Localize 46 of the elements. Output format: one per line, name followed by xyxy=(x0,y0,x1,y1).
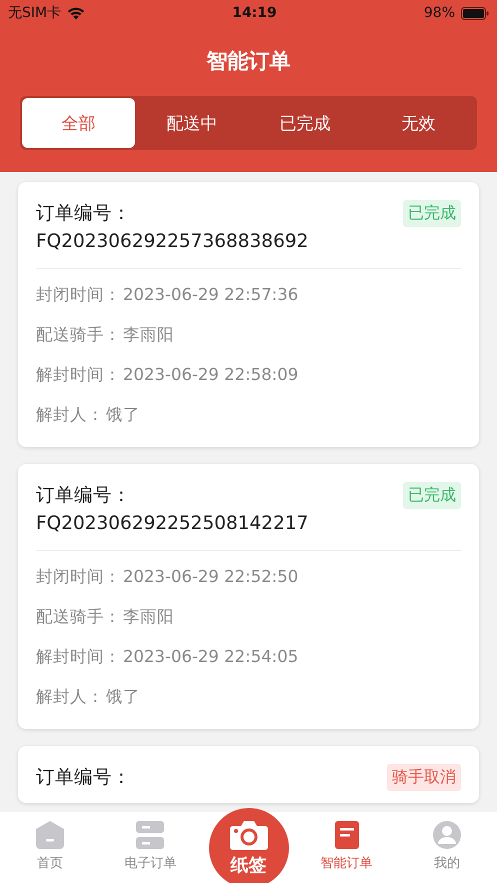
field-label: 解封时间： xyxy=(36,364,121,386)
tab-bar-item[interactable]: 首页 xyxy=(0,820,100,872)
list-icon xyxy=(135,820,166,850)
field-label: 解封人： xyxy=(36,404,104,426)
order-number-label: 订单编号： xyxy=(36,202,132,225)
field-label: 解封人： xyxy=(36,686,104,708)
page-title: 智能订单 xyxy=(205,48,292,75)
field-label: 封闭时间： xyxy=(36,284,121,306)
field-value: 李雨阳 xyxy=(123,606,174,628)
home-icon xyxy=(35,820,66,850)
tab-bar-item[interactable]: 我的 xyxy=(396,820,497,872)
clock-text: 14:19 xyxy=(232,5,277,21)
field-value: 2023-06-29 22:52:50 xyxy=(123,566,298,588)
field-label: 配送骑手： xyxy=(36,324,121,346)
field-value: 李雨阳 xyxy=(123,324,174,346)
carrier-text: 无SIM卡 xyxy=(8,4,62,22)
order-number-label: 订单编号： xyxy=(36,484,132,507)
filter-tab[interactable]: 已完成 xyxy=(248,98,362,148)
status-badge: 骑手取消 xyxy=(387,764,461,791)
field-label: 解封时间： xyxy=(36,646,121,668)
tab-bar-item[interactable]: 智能订单 xyxy=(296,820,397,872)
order-number: FQ202306292257368838692 xyxy=(36,231,308,252)
field-label: 配送骑手： xyxy=(36,606,121,628)
status-badge: 已完成 xyxy=(403,482,461,509)
paper-sign-button[interactable]: 纸签 xyxy=(208,808,288,883)
wifi-icon xyxy=(67,6,86,20)
field-value: 饿了 xyxy=(106,686,140,708)
camera-icon xyxy=(228,819,268,851)
order-card[interactable]: 订单编号： 骑手取消 xyxy=(18,746,479,803)
field-value: 2023-06-29 22:57:36 xyxy=(123,284,298,306)
order-number-label: 订单编号： xyxy=(36,766,131,789)
field-value: 饿了 xyxy=(106,404,140,426)
filter-tab[interactable]: 全部 xyxy=(22,98,136,148)
user-icon xyxy=(432,820,462,850)
field-value: 2023-06-29 22:58:09 xyxy=(123,364,298,386)
battery-icon xyxy=(461,6,489,20)
order-card[interactable]: 订单编号： FQ202306292257368838692 已完成 封闭时间：2023-06-29 22:57:36 配送骑手：李雨阳 解封时间：2023-06-29 22:58:09 解封人：饿了 xyxy=(18,182,479,447)
field-label: 封闭时间： xyxy=(36,566,121,588)
order-card[interactable]: 订单编号： FQ202306292252508142217 已完成 封闭时间：2023-06-29 22:52:50 配送骑手：李雨阳 解封时间：2023-06-29 22:54:05 解封人：饿了 xyxy=(18,464,479,729)
filter-tab[interactable]: 配送中 xyxy=(135,98,248,148)
battery-text: 98% xyxy=(424,5,455,21)
status-badge: 已完成 xyxy=(403,200,461,227)
order-number: FQ202306292252508142217 xyxy=(36,513,308,534)
field-value: 2023-06-29 22:54:05 xyxy=(123,646,298,668)
filter-tab[interactable]: 无效 xyxy=(362,98,475,148)
tab-bar-item[interactable]: 电子订单 xyxy=(100,820,200,872)
